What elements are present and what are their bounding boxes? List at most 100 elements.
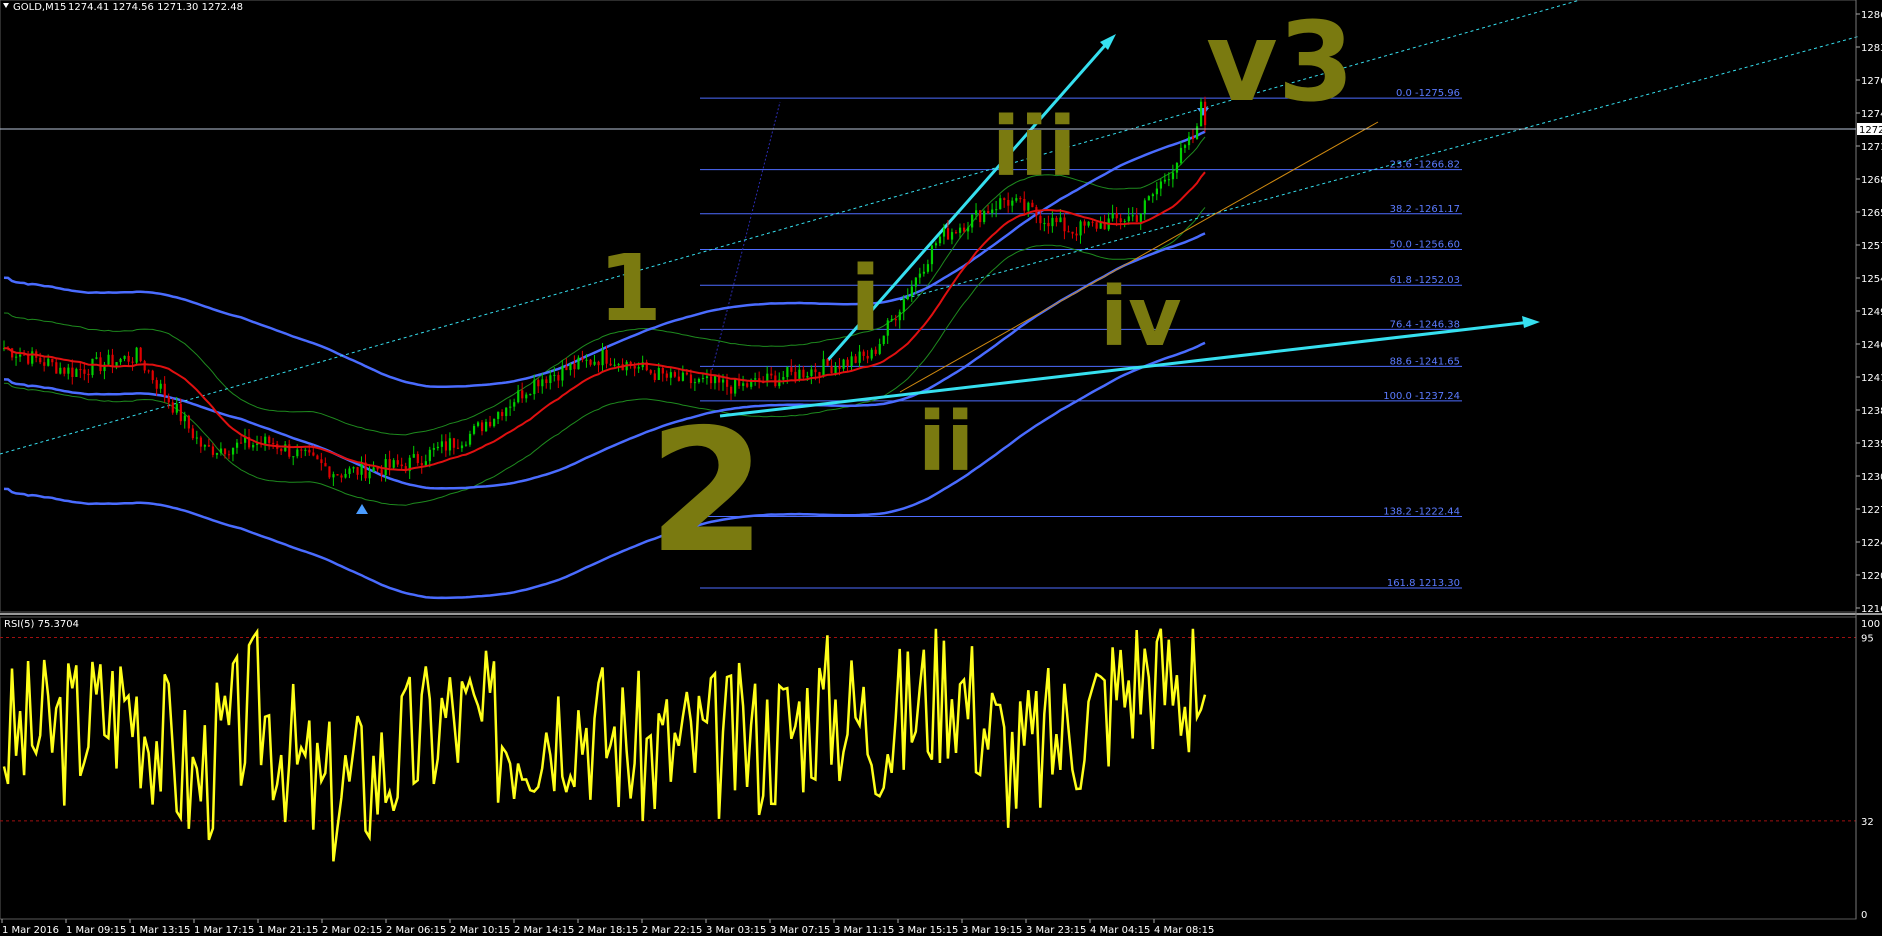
price-candle-body [1171,172,1175,180]
price-candle-body [75,369,78,377]
price-candle-body [111,354,114,368]
price-candle-body [489,421,492,427]
price-candle-body [633,366,636,369]
price-candle-body [569,363,572,371]
price-candle-body [328,466,331,478]
price-candle-body [1007,199,1010,206]
price-candle-body [300,449,303,451]
price-candle-body [987,210,990,214]
price-candle-body [420,463,423,466]
price-candle-body [689,374,693,384]
price-candle-body [340,475,343,478]
price-candle-body [882,335,885,344]
price-candle-body [726,379,729,387]
price-candle-body [521,390,524,399]
price-candle-body [581,357,584,360]
price-candle-body [1179,147,1183,163]
price-candle-body [175,403,178,413]
price-candle-body [392,460,395,468]
price-candle-body [846,359,849,367]
time-axis-label: 1 Mar 17:15 [194,925,254,936]
price-candle-body [412,454,415,458]
price-candle-body [806,375,809,378]
price-candle-body [513,402,516,407]
price-candle-body [862,351,865,356]
price-axis-label: 1257 [1861,241,1882,252]
price-candle-body [814,369,817,373]
price-candle-body [967,227,970,232]
price-candle-body [264,436,267,445]
price-candle-body [71,367,74,377]
price-candle-body [424,461,427,466]
price-candle-body [609,363,612,366]
price-candle-body [1051,217,1054,227]
price-candle-body [1175,162,1179,173]
price-candle-body [235,442,239,448]
time-axis-label: 1 Mar 2016 [2,925,59,936]
price-candle-body [697,379,701,383]
price-axis-label: 1235 [1861,439,1882,450]
price-candle-body [348,468,351,475]
price-candle-body [1019,198,1022,200]
rsi-axis-label: 100 [1861,619,1880,630]
price-candle-body [272,442,275,444]
price-candle-body [203,445,207,447]
price-candle-body [440,441,444,447]
price-candle-body [99,357,102,372]
price-candle-body [657,368,660,380]
price-candle-body [958,227,962,233]
price-candle-body [573,363,576,370]
price-candle-body [207,445,211,447]
price-candle-body [59,367,62,374]
price-candle-body [866,355,869,359]
price-axis-label: 1241 [1861,373,1882,384]
price-candle-body [918,273,922,278]
time-axis-label: 3 Mar 07:15 [770,925,830,936]
price-candle-body [529,394,532,396]
price-candle-body [191,428,194,439]
price-candle-body [995,209,998,211]
price-candle-body [396,460,399,465]
price-candle-body [1091,221,1094,223]
price-candle-body [493,418,496,427]
time-axis-label: 1 Mar 21:15 [258,925,318,936]
price-candle-body [436,446,440,449]
price-candle-body [252,444,255,448]
chart-canvas[interactable]: GOLD,M15 1274.41 1274.56 1271.30 1272.48… [0,0,1882,936]
fib-level-label: 138.2 -1222.44 [1383,507,1460,518]
price-candle-body [400,464,403,467]
price-candle-body [312,452,315,456]
price-candle-body [485,421,488,432]
wave-label: ii [918,395,974,490]
price-candle-body [914,277,917,287]
price-candle-body [171,402,174,413]
price-candle-body [1151,194,1154,197]
price-candle-body [1087,221,1090,226]
price-candle-body [661,368,664,374]
price-candle-body [786,367,789,378]
price-candle-body [577,357,580,370]
time-axis-label: 1 Mar 09:15 [66,925,126,936]
price-candle-body [143,361,146,371]
price-candle-body [525,394,528,399]
price-candle-body [886,320,889,336]
price-candle-body [1075,233,1078,236]
price-candle-body [830,365,833,374]
price-candle-body [360,462,363,475]
price-candle-body [195,437,199,439]
price-candle-body [1055,217,1058,223]
price-candle-body [284,444,287,452]
price-candle-body [1039,215,1042,224]
price-candle-body [681,372,685,381]
price-candle-body [585,359,588,361]
price-candle-body [227,454,231,456]
price-axis-label: 1268 [1861,175,1882,186]
time-axis-label: 2 Mar 22:15 [642,925,702,936]
price-candle-body [561,366,564,381]
price-candle-body [533,380,536,395]
rsi-axis-label: 32 [1861,817,1874,828]
price-candle-body [31,351,34,364]
price-candle-body [344,474,347,478]
wave-label: 1 [598,235,662,342]
price-candle-body [1123,221,1126,223]
